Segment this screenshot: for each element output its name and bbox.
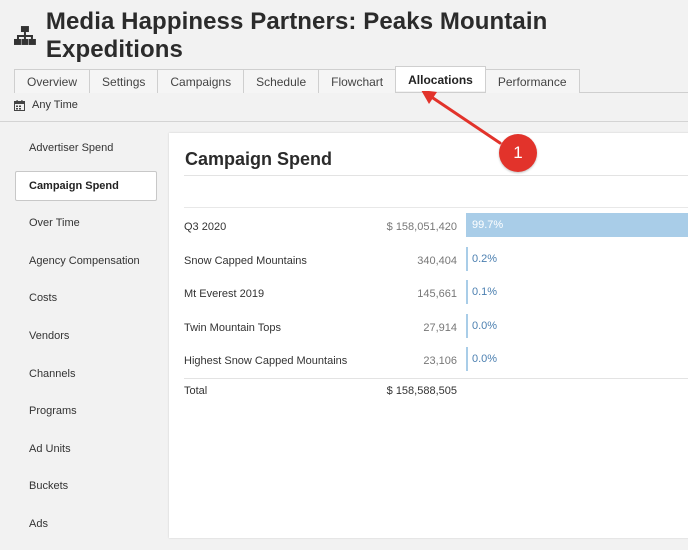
- table-top-divider: [184, 207, 688, 208]
- page-title: Media Happiness Partners: Peaks Mountain…: [45, 8, 548, 63]
- sidebar-item-channels[interactable]: Channels: [15, 359, 157, 389]
- calendar-icon: [14, 99, 25, 111]
- tab-bar: Overview Settings Campaigns Schedule Flo…: [14, 66, 688, 93]
- campaign-amount: 340,404: [417, 254, 457, 267]
- table-row[interactable]: Twin Mountain Tops 27,914 0.0%: [184, 312, 688, 346]
- total-label: Total: [184, 385, 208, 397]
- campaign-amount: 27,914: [423, 321, 457, 334]
- total-amount: $ 158,588,505: [386, 385, 457, 397]
- table-row[interactable]: Snow Capped Mountains 340,404 0.2%: [184, 245, 688, 279]
- campaign-amount: $ 158,051,420: [386, 221, 457, 233]
- sidebar-item-agency-compensation[interactable]: Agency Compensation: [15, 246, 157, 276]
- sidebar-item-vendors[interactable]: Vendors: [15, 321, 157, 351]
- campaign-amount: 145,661: [417, 288, 457, 301]
- date-range-picker[interactable]: Any Time: [14, 99, 78, 111]
- campaign-name: Mt Everest 2019: [184, 288, 265, 301]
- share-bar-fill: [466, 347, 468, 372]
- share-percent: 0.0%: [472, 353, 498, 366]
- tab-flowchart[interactable]: Flowchart: [318, 69, 397, 93]
- share-percent: 0.2%: [472, 252, 498, 265]
- share-bar: 0.0%: [466, 313, 688, 338]
- share-bar-fill: [466, 313, 468, 338]
- campaign-name: Highest Snow Capped Mountains: [184, 355, 348, 368]
- campaign-name: Q3 2020: [184, 221, 227, 233]
- campaign-name: Snow Capped Mountains: [184, 254, 307, 267]
- sidebar-item-programs[interactable]: Programs: [15, 396, 157, 426]
- share-percent: 99.7%: [472, 219, 504, 231]
- tab-settings[interactable]: Settings: [89, 69, 159, 93]
- share-bar: 0.1%: [466, 280, 688, 305]
- share-bar-fill: [466, 280, 468, 305]
- table-row[interactable]: Mt Everest 2019 145,661 0.1%: [184, 278, 688, 312]
- spend-table: Q3 2020 $ 158,051,420 99.7% Snow Capped …: [184, 211, 688, 379]
- date-range-label: Any Time: [32, 99, 78, 111]
- share-bar-fill: [466, 246, 468, 271]
- table-row[interactable]: Highest Snow Capped Mountains 23,106 0.0…: [184, 345, 688, 379]
- share-bar: 0.2%: [466, 246, 688, 271]
- title-divider: [184, 175, 688, 176]
- total-row: Total $ 158,588,505: [184, 385, 688, 401]
- org-chart-icon: [14, 26, 36, 45]
- share-bar: 99.7%: [466, 213, 688, 237]
- campaign-name: Twin Mountain Tops: [184, 321, 282, 334]
- total-divider: [184, 378, 688, 379]
- tab-allocations[interactable]: Allocations: [395, 66, 486, 91]
- tab-performance[interactable]: Performance: [484, 69, 580, 93]
- sidebar-item-ad-units[interactable]: Ad Units: [15, 434, 157, 464]
- sidebar-item-over-time[interactable]: Over Time: [15, 208, 157, 238]
- campaign-spend-panel: Campaign Spend Q3 2020 $ 158,051,420 99.…: [169, 133, 688, 538]
- sidebar: Advertiser Spend Campaign Spend Over Tim…: [15, 133, 157, 547]
- sidebar-item-buckets[interactable]: Buckets: [15, 471, 157, 501]
- sidebar-item-costs[interactable]: Costs: [15, 283, 157, 313]
- page-header: Media Happiness Partners: Peaks Mountain…: [14, 8, 688, 64]
- table-row[interactable]: Q3 2020 $ 158,051,420 99.7%: [184, 211, 688, 245]
- sidebar-item-campaign-spend[interactable]: Campaign Spend: [15, 170, 157, 201]
- header-divider: [0, 121, 688, 122]
- share-percent: 0.0%: [472, 319, 498, 332]
- sidebar-item-advertiser-spend[interactable]: Advertiser Spend: [15, 133, 157, 163]
- annotation-badge: 1: [499, 134, 537, 172]
- tab-campaigns[interactable]: Campaigns: [157, 69, 245, 93]
- tab-overview[interactable]: Overview: [14, 69, 91, 93]
- share-percent: 0.1%: [472, 286, 498, 299]
- panel-title: Campaign Spend: [185, 149, 333, 169]
- campaign-amount: 23,106: [423, 355, 457, 368]
- share-bar: 0.0%: [466, 347, 688, 372]
- tab-schedule[interactable]: Schedule: [243, 69, 320, 93]
- sidebar-item-ads[interactable]: Ads: [15, 509, 157, 539]
